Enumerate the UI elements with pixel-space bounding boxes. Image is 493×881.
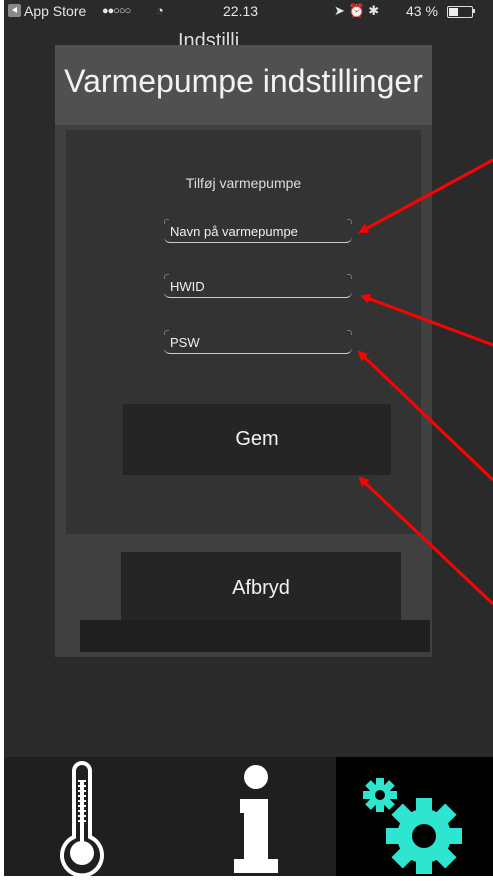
name-field — [164, 219, 352, 243]
hwid-field — [164, 274, 352, 298]
heat-pump-name-input[interactable] — [167, 221, 350, 241]
add-heat-pump-panel: Tilføj varmepumpe Gem — [66, 130, 421, 534]
signal-strength: ●●○○○ — [102, 5, 131, 17]
app-screen: App Store ●●○○○ ◔ 22.13 ➤ ⏰ ✱ 43 % Indst… — [4, 0, 493, 876]
carrier-label: App Store — [24, 3, 87, 19]
info-icon — [234, 765, 278, 873]
status-bar: App Store ●●○○○ ◔ 22.13 ➤ ⏰ ✱ 43 % — [4, 0, 493, 22]
tab-bar — [4, 757, 493, 878]
wifi-icon: ◔ — [156, 3, 164, 18]
thermometer-icon — [60, 761, 104, 878]
location-alarm-bluetooth-icons: ➤ ⏰ ✱ — [334, 3, 380, 18]
battery-tip — [473, 9, 475, 13]
tab-settings[interactable] — [336, 757, 493, 876]
heat-pump-settings-dialog: Varmepumpe indstillinger Tilføj varmepum… — [55, 45, 432, 657]
save-button[interactable]: Gem — [123, 404, 391, 475]
psw-field — [164, 330, 352, 354]
battery-percentage: 43 % — [406, 3, 438, 19]
background-bar — [80, 620, 430, 652]
back-to-app-icon[interactable] — [8, 4, 21, 17]
battery-icon — [447, 6, 473, 18]
tab-info[interactable] — [170, 757, 336, 876]
gears-icon — [363, 778, 462, 874]
battery-level-fill — [449, 8, 458, 16]
hwid-input[interactable] — [167, 276, 350, 296]
dialog-header: Varmepumpe indstillinger — [55, 45, 432, 125]
dialog-title: Varmepumpe indstillinger — [64, 63, 423, 99]
cancel-button[interactable]: Afbryd — [121, 552, 401, 624]
add-heat-pump-label: Tilføj varmepumpe — [185, 175, 302, 191]
clock: 22.13 — [223, 3, 259, 19]
password-input[interactable] — [167, 332, 350, 352]
tab-temperature[interactable] — [4, 757, 170, 878]
